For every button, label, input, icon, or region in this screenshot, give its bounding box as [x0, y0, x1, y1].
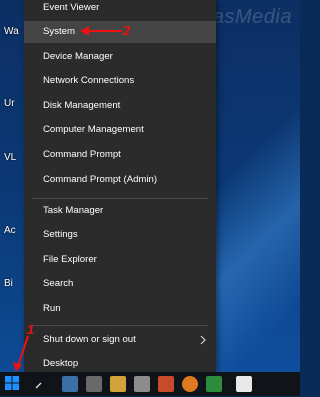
desktop-label: VL	[4, 152, 17, 163]
folder-icon[interactable]	[110, 376, 126, 392]
desktop-label: Bi	[4, 278, 13, 289]
windows-start-icon[interactable]	[4, 375, 22, 393]
menu-item-settings[interactable]: Settings	[24, 224, 216, 246]
menu-item-file-explorer[interactable]: File Explorer	[24, 249, 216, 271]
search-icon[interactable]	[32, 376, 48, 392]
app-icon[interactable]	[86, 376, 102, 392]
notepad-icon[interactable]	[236, 376, 252, 392]
desktop-label: Ac	[4, 225, 16, 236]
power-user-menu: Event Viewer System Device Manager Netwo…	[24, 0, 216, 372]
taskbar	[0, 372, 300, 396]
browser-icon[interactable]	[182, 376, 198, 392]
red-arrow-icon	[80, 26, 122, 36]
menu-item-task-manager[interactable]: Task Manager	[24, 200, 216, 222]
red-arrow-icon	[13, 335, 29, 372]
menu-item-label: Shut down or sign out	[43, 334, 136, 345]
menu-item-search[interactable]: Search	[24, 273, 216, 295]
annotation-number: 2	[123, 23, 131, 38]
menu-item-command-prompt-admin[interactable]: Command Prompt (Admin)	[24, 169, 216, 191]
app-icon[interactable]	[206, 376, 222, 392]
menu-item-command-prompt[interactable]: Command Prompt	[24, 144, 216, 166]
menu-item-run[interactable]: Run	[24, 298, 216, 320]
menu-item-shut-down[interactable]: Shut down or sign out	[24, 329, 216, 351]
task-view-icon[interactable]	[62, 376, 78, 392]
app-icon[interactable]	[158, 376, 174, 392]
menu-separator	[32, 325, 208, 326]
menu-item-computer-management[interactable]: Computer Management	[24, 119, 216, 141]
desktop-label: Ur	[4, 98, 15, 109]
menu-item-event-viewer[interactable]: Event Viewer	[24, 0, 216, 19]
menu-item-disk-management[interactable]: Disk Management	[24, 95, 216, 117]
menu-item-device-manager[interactable]: Device Manager	[24, 46, 216, 68]
desktop-label: Wa	[4, 26, 19, 37]
menu-separator	[32, 198, 208, 199]
menu-item-network-connections[interactable]: Network Connections	[24, 70, 216, 92]
app-icon[interactable]	[134, 376, 150, 392]
